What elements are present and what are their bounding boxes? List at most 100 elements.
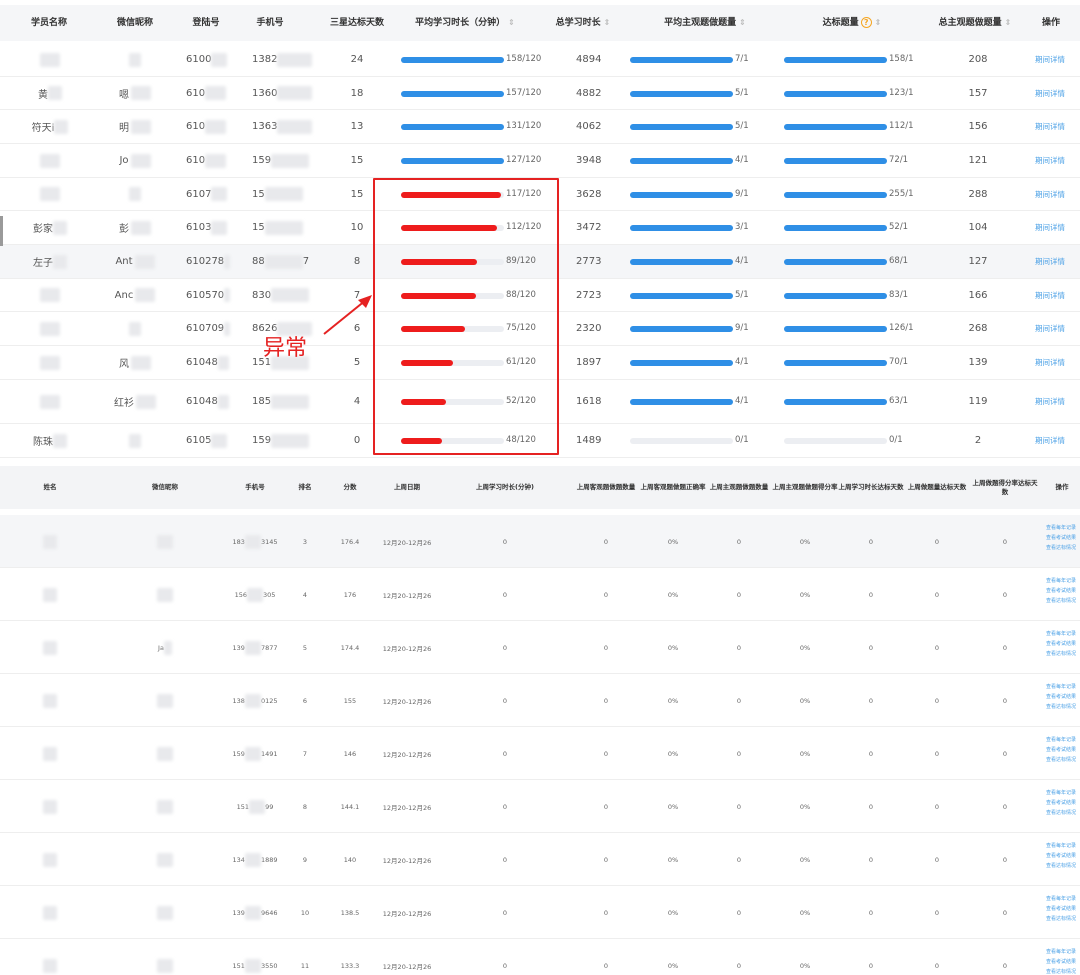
avg-subjective-bar-fill <box>630 259 733 265</box>
action-link-0[interactable]: 查看每年记录 <box>1046 895 1076 902</box>
period-detail-link[interactable]: 期间详情 <box>1035 189 1065 200</box>
avg-subjective-value: 4/1 <box>735 256 749 266</box>
redacted-block <box>224 288 231 302</box>
action-link-2[interactable]: 查看达标情况 <box>1046 544 1076 551</box>
wechat-redacted <box>157 852 173 867</box>
standard-count-value: 52/1 <box>889 222 909 232</box>
avg-study-bar <box>401 57 504 63</box>
avg-study-value: 131/120 <box>506 121 542 131</box>
header-total-study[interactable]: 总学习时长 ⇕ <box>548 5 618 41</box>
standard-count-bar-fill <box>784 225 887 231</box>
action-link-1[interactable]: 查看考试结果 <box>1046 693 1076 700</box>
action-link-0[interactable]: 查看每年记录 <box>1046 736 1076 743</box>
action-link-1[interactable]: 查看考试结果 <box>1046 534 1076 541</box>
sort-icon[interactable]: ⇕ <box>508 18 515 27</box>
period-detail-link[interactable]: 期间详情 <box>1035 357 1065 368</box>
phone-redacted <box>244 693 261 708</box>
redacted-block <box>53 220 67 235</box>
action-link-0[interactable]: 查看每年记录 <box>1046 524 1076 531</box>
objective-count: 0 <box>603 802 609 811</box>
period-detail-link[interactable]: 期间详情 <box>1035 290 1065 301</box>
action-link-0[interactable]: 查看每年记录 <box>1046 842 1076 849</box>
avg-study-bar-fill <box>401 90 504 97</box>
count-days: 0 <box>934 537 940 546</box>
action-link-1[interactable]: 查看考试结果 <box>1046 587 1076 594</box>
action-link-0[interactable]: 查看每年记录 <box>1046 683 1076 690</box>
action-link-1[interactable]: 查看考试结果 <box>1046 958 1076 965</box>
sort-icon[interactable]: ⇕ <box>1005 18 1012 27</box>
ranking-header-9: 上周主观题做题数量 <box>709 483 769 491</box>
count-days: 0 <box>934 696 940 705</box>
period-detail-link[interactable]: 期间详情 <box>1035 396 1065 407</box>
action-link-2[interactable]: 查看达标情况 <box>1046 703 1076 710</box>
period-detail-link[interactable]: 期间详情 <box>1035 435 1065 446</box>
row-actions: 查看每年记录 查看考试结果 查看达标情况 <box>1046 524 1076 551</box>
ranking-header-1: 微信昵称 <box>152 483 178 491</box>
subjective-rate: 0% <box>799 908 811 917</box>
last-week-date: 12月20-12月26 <box>382 962 432 971</box>
action-link-0[interactable]: 查看每年记录 <box>1046 630 1076 637</box>
phone-suffix: 7877 <box>260 643 278 652</box>
action-link-2[interactable]: 查看达标情况 <box>1046 597 1076 604</box>
side-handle[interactable] <box>0 216 3 246</box>
student-name-redacted <box>43 640 57 655</box>
action-link-2[interactable]: 查看达标情况 <box>1046 650 1076 657</box>
period-detail-link[interactable]: 期间详情 <box>1035 323 1065 334</box>
phone-prefix: 183 <box>232 537 245 546</box>
action-link-2[interactable]: 查看达标情况 <box>1046 968 1076 975</box>
header-standard-count[interactable]: 达标题量? ⇕ <box>812 5 892 41</box>
action-link-2[interactable]: 查看达标情况 <box>1046 756 1076 763</box>
score: 138.5 <box>340 908 360 917</box>
period-detail-link[interactable]: 期间详情 <box>1035 256 1065 267</box>
help-icon[interactable]: ? <box>860 17 872 28</box>
action-link-1[interactable]: 查看考试结果 <box>1046 905 1076 912</box>
period-detail-link[interactable]: 期间详情 <box>1035 155 1065 166</box>
ranking-header-3[interactable]: 排名 <box>290 466 320 509</box>
subjective-count: 0 <box>736 749 742 758</box>
phone-number: 1360 <box>252 87 278 99</box>
phone-suffix: 305 <box>263 590 276 599</box>
seat-number: 61048 <box>186 357 218 368</box>
action-link-1[interactable]: 查看考试结果 <box>1046 640 1076 647</box>
sort-icon[interactable]: ⇕ <box>739 18 746 27</box>
ranking-header-7: 上周客观题做题数量 <box>576 483 636 491</box>
ranking-header-4[interactable]: 分数 <box>330 466 370 509</box>
ranking-header-5: 上周日期 <box>394 483 420 491</box>
header-avg-study[interactable]: 平均学习时长（分钟） ⇕ <box>400 5 530 41</box>
action-link-1[interactable]: 查看考试结果 <box>1046 799 1076 806</box>
action-link-0[interactable]: 查看每年记录 <box>1046 789 1076 796</box>
action-link-2[interactable]: 查看达标情况 <box>1046 915 1076 922</box>
redacted-block <box>48 86 62 100</box>
total-subjective: 166 <box>968 289 988 301</box>
action-link-0[interactable]: 查看每年记录 <box>1046 577 1076 584</box>
period-detail-link[interactable]: 期间详情 <box>1035 54 1065 65</box>
sort-icon[interactable]: ⇕ <box>604 18 611 27</box>
period-detail-link[interactable]: 期间详情 <box>1035 222 1065 233</box>
action-link-1[interactable]: 查看考试结果 <box>1046 852 1076 859</box>
header-total-subjective[interactable]: 总主观题做题量 ⇕ <box>930 5 1020 41</box>
action-link-0[interactable]: 查看每年记录 <box>1046 948 1076 955</box>
standard-count-value: 126/1 <box>889 323 914 333</box>
standard-count-bar-fill <box>784 399 887 405</box>
action-link-2[interactable]: 查看达标情况 <box>1046 862 1076 869</box>
standard-count-value: 123/1 <box>889 87 914 98</box>
avg-study-value: 158/120 <box>506 54 542 64</box>
table-row: 138 0125 6 155 12月20-12月26 0 0 0% 0 0% 0 0 0 查看每年记录 查看… <box>0 674 1080 727</box>
seat-number: 610278 <box>186 256 225 267</box>
standard-count-value: 112/1 <box>889 121 914 131</box>
phone-redacted <box>249 799 266 814</box>
standard-count-bar-fill <box>784 360 887 366</box>
action-link-1[interactable]: 查看考试结果 <box>1046 746 1076 753</box>
sort-icon[interactable]: ⇕ <box>875 18 882 27</box>
period-detail-link[interactable]: 期间详情 <box>1035 88 1065 99</box>
arrow-icon <box>323 295 372 335</box>
redacted-block <box>211 220 228 235</box>
period-detail-link[interactable]: 期间详情 <box>1035 121 1065 132</box>
rate-days: 0 <box>1002 696 1008 705</box>
last-week-date: 12月20-12月26 <box>382 697 432 706</box>
row-actions: 查看每年记录 查看考试结果 查看达标情况 <box>1046 683 1076 710</box>
avg-subjective-value: 7/1 <box>735 54 749 64</box>
action-link-2[interactable]: 查看达标情况 <box>1046 809 1076 816</box>
header-avg-subjective[interactable]: 平均主观题做题量 ⇕ <box>650 5 760 41</box>
redacted-block <box>205 119 227 134</box>
